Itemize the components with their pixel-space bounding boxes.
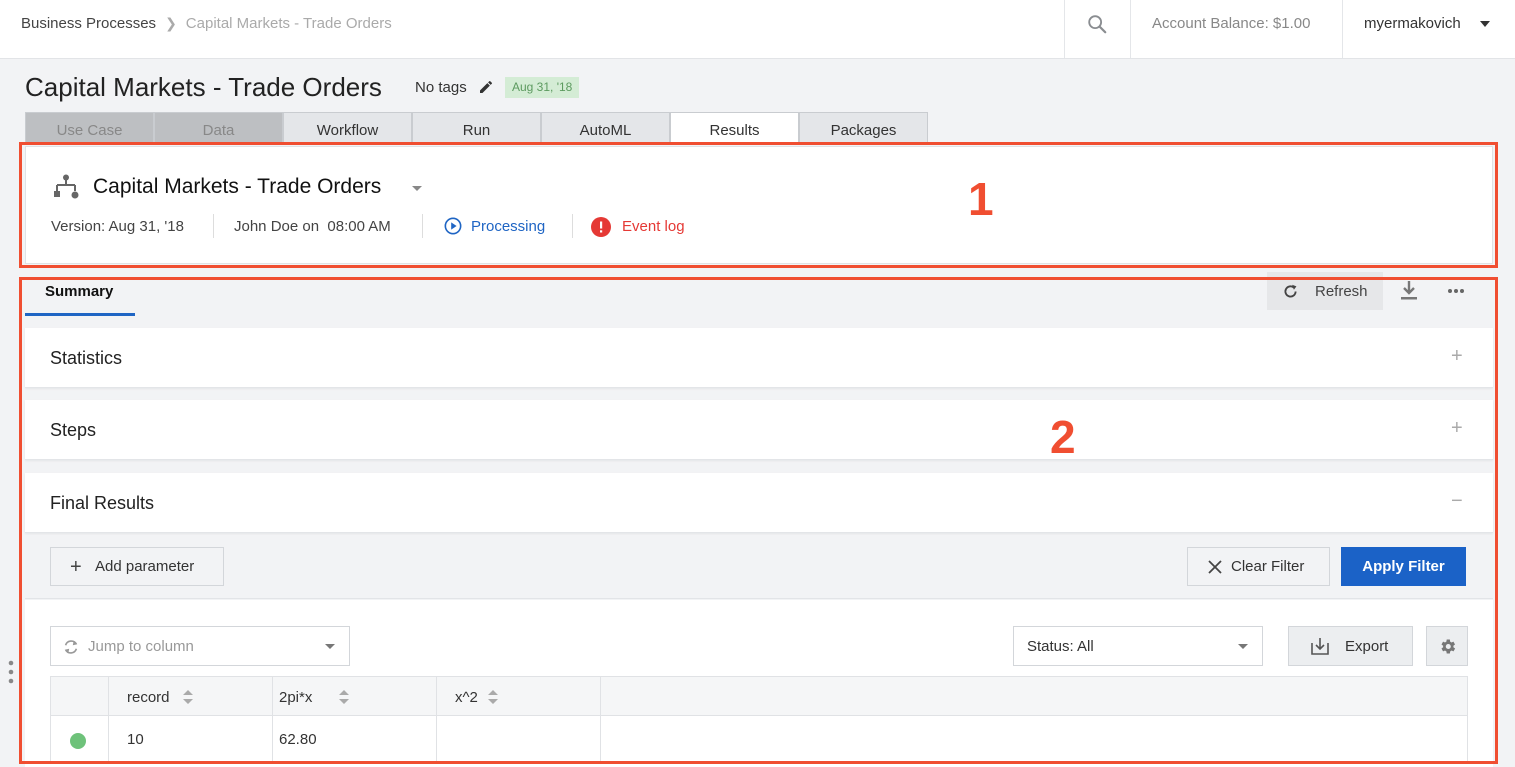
breadcrumb-current: Capital Markets - Trade Orders	[185, 15, 392, 32]
user-menu[interactable]: myermakovich	[1364, 15, 1461, 32]
pencil-icon[interactable]	[478, 79, 494, 95]
divider	[1342, 0, 1343, 58]
breadcrumb: Business Processes ❯ Capital Markets - T…	[21, 15, 392, 32]
search-icon[interactable]	[1086, 13, 1108, 35]
callout-box-1	[19, 142, 1498, 268]
chevron-right-icon: ❯	[165, 15, 177, 31]
resize-handle-icon[interactable]	[8, 660, 14, 684]
callout-number-2: 2	[1050, 411, 1076, 463]
divider	[1064, 0, 1065, 58]
callout-number-1: 1	[968, 173, 994, 225]
tags-label: No tags	[415, 79, 467, 96]
divider	[1130, 0, 1131, 58]
account-balance: Account Balance: $1.00	[1152, 15, 1311, 32]
tab-use-case: Use Case	[25, 112, 154, 142]
tab-data: Data	[154, 112, 283, 142]
caret-down-icon[interactable]	[1480, 21, 1490, 27]
breadcrumb-business-processes[interactable]: Business Processes	[21, 15, 156, 32]
tab-packages[interactable]: Packages	[799, 112, 928, 142]
tab-workflow[interactable]: Workflow	[283, 112, 412, 142]
tab-automl[interactable]: AutoML	[541, 112, 670, 142]
page-title: Capital Markets - Trade Orders	[25, 72, 382, 102]
tab-bar: Use Case Data Workflow Run AutoML Result…	[25, 112, 928, 142]
top-bar: Business Processes ❯ Capital Markets - T…	[0, 0, 1515, 59]
date-badge: Aug 31, '18	[505, 77, 580, 98]
tab-run[interactable]: Run	[412, 112, 541, 142]
tab-results[interactable]: Results	[670, 112, 799, 142]
callout-box-2	[19, 277, 1498, 764]
